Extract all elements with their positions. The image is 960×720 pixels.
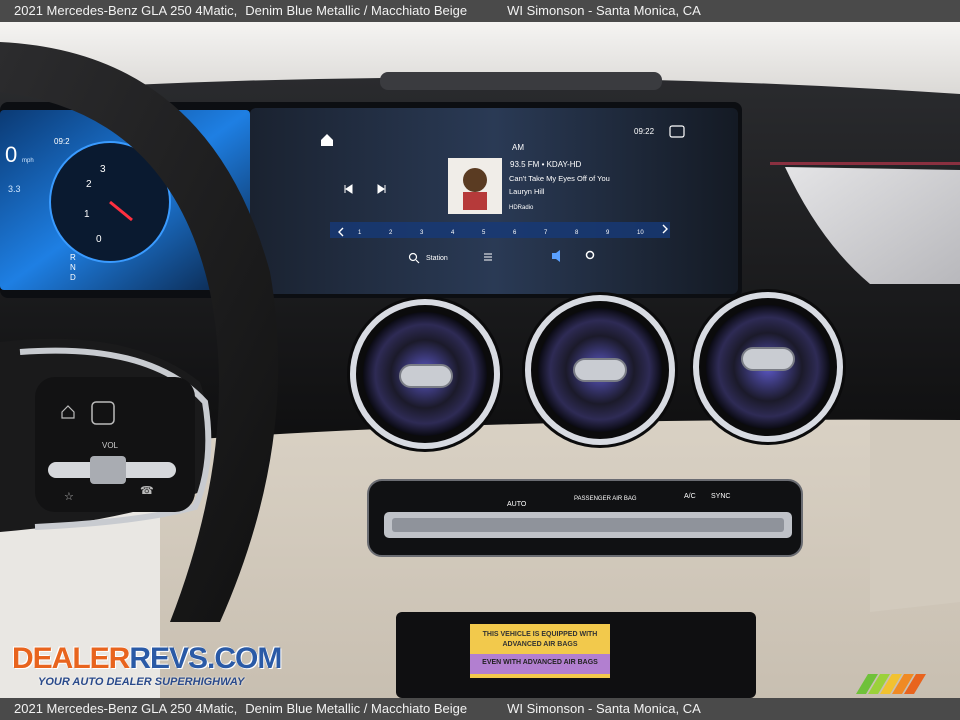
- watermark-tagline: YOUR AUTO DEALER SUPERHIGHWAY: [38, 676, 245, 688]
- screen-song: Can't Take My Eyes Off of You: [509, 174, 610, 183]
- watermark-logo-a: DEALER: [12, 642, 130, 675]
- sticker-line-1: THIS VEHICLE IS EQUIPPED WITH: [483, 631, 598, 638]
- volume-roller-knob[interactable]: [90, 456, 126, 484]
- door-panel: [870, 420, 960, 612]
- album-art-face: [463, 168, 487, 192]
- tach-label-3: 3: [100, 164, 106, 175]
- cluster-trip: 3.3: [8, 184, 21, 194]
- caption-color: Denim Blue Metallic / Macchiato Beige: [245, 3, 468, 18]
- watermark-logo-b: REVS.COM: [129, 642, 282, 675]
- dealerrevs-stripes-logo: [856, 674, 926, 694]
- watermark-logo: DEALERREVS.COM: [12, 642, 282, 676]
- preset-strip[interactable]: [330, 222, 670, 238]
- air-vent-right[interactable]: [690, 289, 846, 445]
- cluster-speed: 0: [5, 142, 17, 167]
- climate-sync-button[interactable]: SYNC: [711, 493, 730, 500]
- screen-band: AM: [512, 143, 524, 152]
- gear-d: D: [70, 273, 76, 282]
- sticker-line-2: ADVANCED AIR BAGS: [502, 641, 577, 648]
- wheel-vol-label: VOL: [102, 441, 119, 450]
- caption-dealer-bottom: WI Simonson - Santa Monica, CA: [507, 701, 701, 716]
- caption-title: 2021 Mercedes-Benz GLA 250 4Matic,: [14, 3, 238, 18]
- tach-label-0: 0: [96, 234, 102, 245]
- ambient-trim-red: [770, 162, 960, 165]
- climate-ac-button[interactable]: A/C: [684, 493, 696, 500]
- screen-station: 93.5 FM • KDAY-HD: [510, 160, 581, 169]
- caption-bar-bottom: 2021 Mercedes-Benz GLA 250 4Matic, Denim…: [0, 698, 960, 720]
- caption-dealer: WI Simonson - Santa Monica, CA: [507, 3, 701, 18]
- wheel-star-icon[interactable]: ☆: [64, 490, 74, 503]
- air-vent-center[interactable]: [522, 292, 678, 448]
- wheel-phone-icon[interactable]: ☎: [140, 484, 154, 497]
- dealerrevs-watermark: DEALERREVS.COM YOUR AUTO DEALER SUPERHIG…: [12, 624, 282, 694]
- station-button[interactable]: Station: [426, 255, 448, 262]
- preset-button-10[interactable]: 10: [637, 230, 644, 236]
- album-art-shirt: [463, 192, 487, 210]
- caption-bar-top: 2021 Mercedes-Benz GLA 250 4Matic, Denim…: [0, 0, 960, 22]
- climate-toggle-switches[interactable]: [392, 518, 784, 532]
- caption-title-bottom: 2021 Mercedes-Benz GLA 250 4Matic,: [14, 701, 238, 716]
- air-vent-left[interactable]: [347, 296, 503, 452]
- defroster-vent: [380, 72, 662, 90]
- gear-r: R: [70, 253, 76, 262]
- gear-n: N: [70, 263, 76, 272]
- car-interior-photo: 0 mph 09:2 3.3 2 3 1 0 R N D 09:22 AM 93…: [0, 22, 960, 698]
- cluster-time: 09:2: [54, 137, 70, 146]
- svg-text:☎: ☎: [140, 484, 154, 497]
- svg-text:☆: ☆: [64, 490, 74, 503]
- tach-label-1: 1: [84, 209, 90, 220]
- caption-color-bottom: Denim Blue Metallic / Macchiato Beige: [245, 701, 468, 716]
- sticker-line-3: EVEN WITH ADVANCED AIR BAGS: [482, 659, 598, 666]
- cluster-speed-unit: mph: [22, 158, 34, 164]
- screen-source-badge: HDRadio: [509, 205, 534, 211]
- passenger-airbag-indicator: PASSENGER AIR BAG: [574, 496, 637, 502]
- tach-label-2: 2: [86, 179, 92, 190]
- climate-auto-button[interactable]: AUTO: [507, 501, 527, 508]
- screen-time: 09:22: [634, 127, 655, 136]
- screen-artist: Lauryn Hill: [509, 187, 545, 196]
